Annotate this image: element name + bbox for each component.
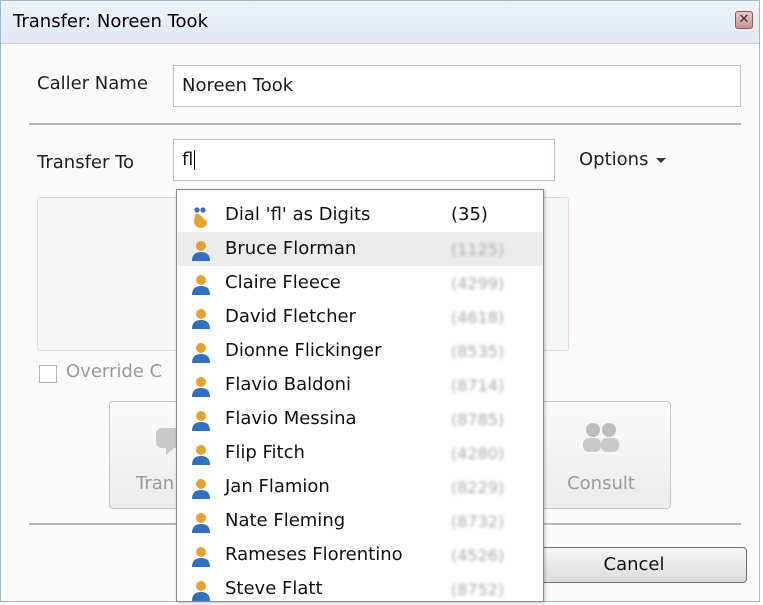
dial-digits-item[interactable]: Dial 'fl' as Digits (35) — [177, 198, 543, 232]
contact-extension: (4299) — [451, 274, 505, 293]
contact-item[interactable]: Dionne Flickinger (8535) — [177, 334, 543, 368]
contact-person-icon — [191, 512, 211, 539]
window-title: Transfer: Noreen Took — [13, 11, 208, 32]
contact-extension: (8535) — [451, 342, 505, 361]
caller-name-label: Caller Name — [37, 73, 148, 94]
consult-icon — [583, 423, 619, 452]
close-icon[interactable]: ✕ — [735, 11, 753, 29]
contact-item[interactable]: Jan Flamion (8229) — [177, 470, 543, 504]
consult-button[interactable]: Consult — [531, 401, 671, 509]
contact-extension: (8732) — [451, 512, 505, 531]
chevron-down-icon — [656, 157, 667, 163]
contact-person-icon — [191, 444, 211, 471]
contact-item[interactable]: Nate Fleming (8732) — [177, 504, 543, 538]
dialpad-hand-icon — [191, 206, 213, 233]
contact-item[interactable]: Claire Fleece (4299) — [177, 266, 543, 300]
contact-name: Nate Fleming — [225, 510, 346, 531]
contact-extension: (8785) — [451, 410, 505, 429]
contact-item[interactable]: Bruce Florman (1125) — [177, 232, 543, 266]
transfer-to-label: Transfer To — [37, 152, 135, 173]
contact-name: Claire Fleece — [225, 272, 341, 293]
cancel-button[interactable]: Cancel — [521, 547, 747, 583]
contact-name: Rameses Florentino — [225, 544, 403, 565]
contact-item[interactable]: Steve Flatt (8752) — [177, 572, 543, 601]
override-label: Override C — [66, 361, 163, 382]
contact-name: Dionne Flickinger — [225, 340, 382, 361]
divider — [29, 123, 741, 126]
contact-extension: (4618) — [451, 308, 505, 327]
contact-person-icon — [191, 580, 211, 601]
contact-person-icon — [191, 478, 211, 505]
contact-extension: (4526) — [451, 546, 505, 565]
contact-person-icon — [191, 308, 211, 335]
title-bar[interactable]: Transfer: Noreen Took ✕ — [1, 1, 759, 44]
contact-extension: (1125) — [451, 240, 505, 259]
text-cursor — [194, 150, 196, 170]
contact-extension: (8714) — [451, 376, 505, 395]
consult-button-label: Consult — [567, 473, 635, 494]
dial-digits-label: Dial 'fl' as Digits — [225, 204, 371, 225]
override-checkbox[interactable] — [39, 365, 57, 383]
contact-name: Flavio Baldoni — [225, 374, 351, 395]
contact-person-icon — [191, 240, 211, 267]
dial-digits-count: (35) — [451, 204, 488, 225]
transfer-to-value: fl — [182, 149, 194, 170]
contact-name: Bruce Florman — [225, 238, 357, 259]
contact-person-icon — [191, 376, 211, 403]
contact-person-icon — [191, 410, 211, 437]
contact-extension: (4280) — [451, 444, 505, 463]
options-label: Options — [579, 149, 649, 170]
contact-item[interactable]: Rameses Florentino (4526) — [177, 538, 543, 572]
cancel-button-label: Cancel — [603, 554, 665, 575]
contact-item[interactable]: David Fletcher (4618) — [177, 300, 543, 334]
contact-person-icon — [191, 342, 211, 369]
autocomplete-dropdown: Dial 'fl' as Digits (35) Bruce Florman (1… — [176, 189, 544, 602]
contact-name: Jan Flamion — [225, 476, 330, 497]
contact-extension: (8752) — [451, 580, 505, 599]
contact-name: Flavio Messina — [225, 408, 357, 429]
contact-person-icon — [191, 274, 211, 301]
contact-extension: (8229) — [451, 478, 505, 497]
contact-name: Flip Fitch — [225, 442, 305, 463]
contact-name: David Fletcher — [225, 306, 356, 327]
transfer-to-input[interactable]: fl — [173, 139, 555, 181]
contact-name: Steve Flatt — [225, 578, 323, 599]
contact-item[interactable]: Flavio Baldoni (8714) — [177, 368, 543, 402]
autocomplete-list: Dial 'fl' as Digits (35) Bruce Florman (1… — [177, 190, 543, 601]
contact-person-icon — [191, 546, 211, 573]
contact-item[interactable]: Flip Fitch (4280) — [177, 436, 543, 470]
contact-item[interactable]: Flavio Messina (8785) — [177, 402, 543, 436]
caller-name-field[interactable]: Noreen Took — [173, 65, 741, 107]
options-button[interactable]: Options — [579, 149, 667, 170]
